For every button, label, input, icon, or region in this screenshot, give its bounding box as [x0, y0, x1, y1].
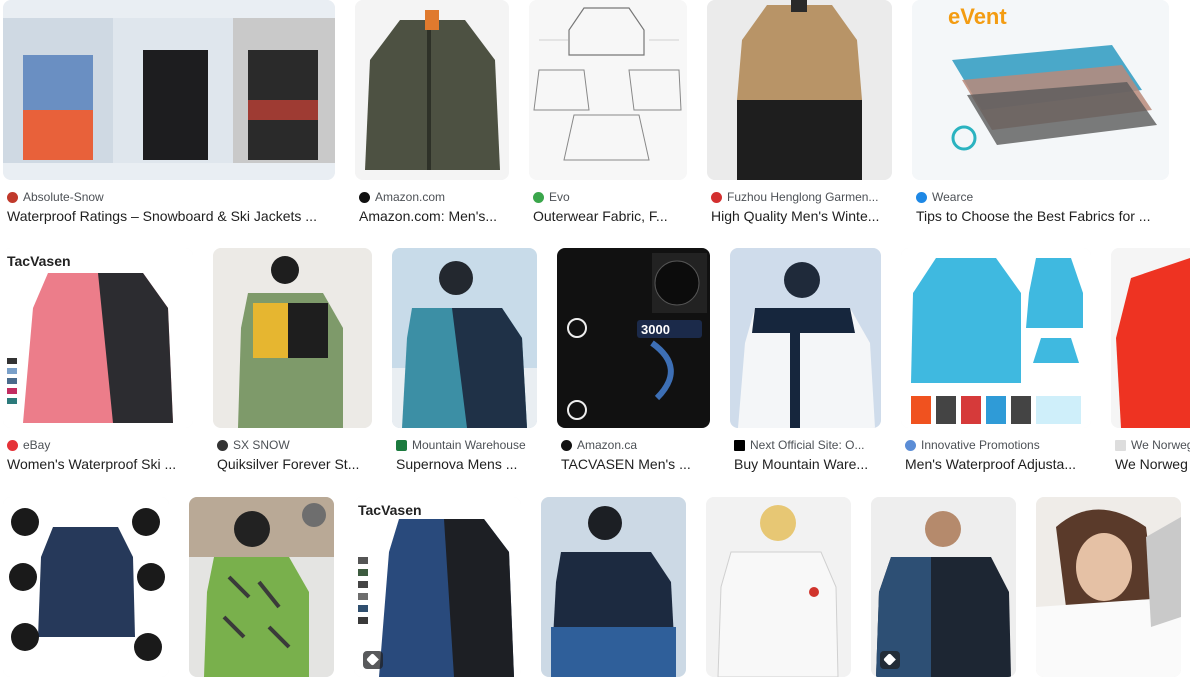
result-title[interactable]: Tips to Choose the Best Fabrics for ... — [916, 208, 1169, 224]
source-label: SX SNOW — [233, 438, 290, 452]
svg-text:3000: 3000 — [641, 322, 670, 337]
thumbnail-image — [706, 497, 851, 677]
result-thumbnail[interactable]: eVent — [912, 0, 1169, 180]
source-label: Fuzhou Henglong Garmen... — [727, 190, 879, 204]
result-thumbnail[interactable] — [213, 248, 372, 428]
thumbnail-image — [3, 497, 169, 677]
source-label: Absolute-Snow — [23, 190, 104, 204]
tag-icon — [363, 651, 383, 669]
result-thumbnail[interactable] — [541, 497, 686, 677]
result-thumbnail[interactable] — [392, 248, 537, 428]
thumbnail-image — [529, 0, 687, 180]
favicon-icon — [359, 191, 370, 203]
result-thumbnail[interactable] — [901, 248, 1091, 428]
result-thumbnail[interactable]: TacVasen — [3, 248, 193, 428]
thumbnail-image — [1111, 248, 1190, 428]
result-title[interactable]: Men's Waterproof Adjusta... — [905, 456, 1091, 472]
thumbnail-image — [901, 248, 1091, 428]
result-thumbnail[interactable] — [529, 0, 687, 180]
favicon-icon — [396, 439, 407, 451]
result-source[interactable]: Fuzhou Henglong Garmen... — [711, 190, 892, 204]
thumbnail-image — [871, 497, 1016, 677]
svg-text:TacVasen: TacVasen — [358, 502, 422, 518]
thumbnail-image — [392, 248, 537, 428]
favicon-icon — [734, 439, 745, 451]
svg-text:TacVasen: TacVasen — [7, 253, 71, 269]
thumbnail-image: TacVasen — [3, 248, 193, 428]
result-title[interactable]: Quiksilver Forever St... — [217, 456, 372, 472]
result-thumbnail[interactable]: TacVasen — [354, 497, 521, 677]
result-source[interactable]: Amazon.ca — [561, 438, 710, 452]
source-label: Amazon.com — [375, 190, 446, 204]
favicon-icon — [916, 191, 927, 203]
result-thumbnail[interactable] — [707, 0, 892, 180]
result-thumbnail[interactable] — [1111, 248, 1190, 428]
result-source[interactable]: Wearce — [916, 190, 1169, 204]
source-label: Innovative Promotions — [921, 438, 1040, 452]
result-title[interactable]: TACVASEN Men's ... — [561, 456, 710, 472]
thumbnail-image — [541, 497, 686, 677]
thumbnail-image: eVent — [912, 0, 1169, 180]
thumbnail-image — [213, 248, 372, 428]
result-source[interactable]: Absolute-Snow — [7, 190, 335, 204]
thumbnail-image — [3, 0, 335, 180]
favicon-icon — [1115, 439, 1126, 451]
favicon-icon — [533, 191, 544, 203]
thumbnail-image: 3000 — [557, 248, 710, 428]
favicon-icon — [217, 439, 228, 451]
source-label: Amazon.ca — [577, 438, 638, 452]
favicon-icon — [561, 439, 572, 451]
result-source[interactable]: We Norweg — [1115, 438, 1190, 452]
result-thumbnail[interactable] — [355, 0, 509, 180]
source-label: Wearce — [932, 190, 974, 204]
result-title[interactable]: We Norweg — [1115, 456, 1190, 472]
result-title[interactable]: Outerwear Fabric, F... — [533, 208, 687, 224]
result-source[interactable]: Evo — [533, 190, 687, 204]
favicon-icon — [7, 191, 18, 203]
result-title[interactable]: Women's Waterproof Ski ... — [7, 456, 193, 472]
result-source[interactable]: Innovative Promotions — [905, 438, 1091, 452]
result-title[interactable]: Buy Mountain Ware... — [734, 456, 881, 472]
favicon-icon — [7, 439, 18, 451]
thumbnail-image — [1036, 497, 1181, 677]
thumbnail-image: TacVasen — [354, 497, 521, 677]
result-title[interactable]: Waterproof Ratings – Snowboard & Ski Jac… — [7, 208, 335, 224]
result-source[interactable]: Amazon.com — [359, 190, 509, 204]
result-source[interactable]: Mountain Warehouse — [396, 438, 537, 452]
result-source[interactable]: eBay — [7, 438, 193, 452]
thumbnail-image — [730, 248, 881, 428]
result-title[interactable]: Supernova Mens ... — [396, 456, 537, 472]
result-thumbnail[interactable]: 3000 — [557, 248, 710, 428]
result-thumbnail[interactable] — [189, 497, 334, 677]
svg-text:eVent: eVent — [948, 4, 1007, 29]
source-label: Mountain Warehouse — [412, 438, 526, 452]
result-title[interactable]: Amazon.com: Men's... — [359, 208, 509, 224]
result-source[interactable]: SX SNOW — [217, 438, 372, 452]
source-label: eBay — [23, 438, 51, 452]
result-source[interactable]: Next Official Site: O... — [734, 438, 881, 452]
tag-icon — [880, 651, 900, 669]
source-label: Next Official Site: O... — [750, 438, 865, 452]
result-title[interactable]: High Quality Men's Winte... — [711, 208, 892, 224]
result-thumbnail[interactable] — [1036, 497, 1181, 677]
result-thumbnail[interactable] — [871, 497, 1016, 677]
favicon-icon — [905, 439, 916, 451]
thumbnail-image — [189, 497, 334, 677]
favicon-icon — [711, 191, 722, 203]
result-thumbnail[interactable] — [706, 497, 851, 677]
thumbnail-image — [355, 0, 509, 180]
thumbnail-image — [707, 0, 892, 180]
result-thumbnail[interactable] — [730, 248, 881, 428]
result-thumbnail[interactable] — [3, 497, 169, 677]
source-label: Evo — [549, 190, 570, 204]
result-thumbnail[interactable] — [3, 0, 335, 180]
source-label: We Norweg — [1131, 438, 1190, 452]
